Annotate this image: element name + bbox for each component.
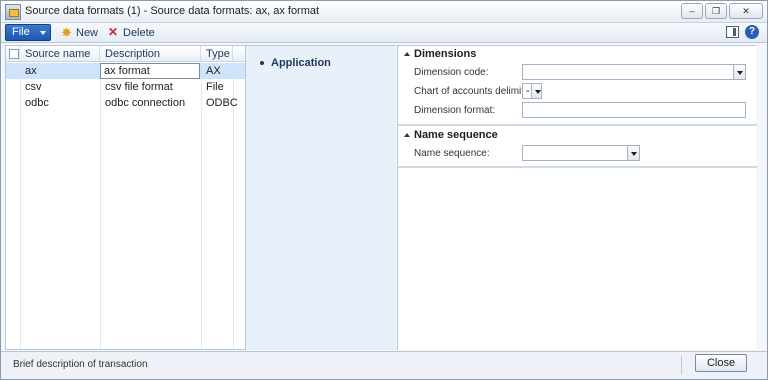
delete-icon [108,25,120,39]
chevron-down-icon[interactable] [531,84,541,98]
fasttab-separator [398,166,757,168]
cell-type[interactable]: ODBC [201,95,238,111]
select-all-header [6,46,20,62]
grid-header: Source name Description Type [6,46,245,73]
file-menu-label: File [12,26,30,38]
status-description: Brief description of transaction [13,359,148,370]
dimension-code-select[interactable] [522,64,746,80]
select-all-checkbox[interactable] [9,49,19,59]
new-icon [61,25,73,41]
cell-source-name[interactable]: csv [20,79,100,95]
nav-item-label: Application [271,57,331,69]
column-header-type[interactable]: Type [201,46,233,62]
collapse-icon [404,133,410,137]
status-bar: Brief description of transaction Close [1,351,767,379]
cell-description[interactable]: csv file format [100,79,201,95]
delimiter-select[interactable]: - [522,83,542,99]
description-edit-input[interactable]: ax format [100,63,200,79]
app-icon [5,4,21,20]
table-row[interactable]: csv csv file format File [6,79,245,95]
help-icon[interactable]: ? [745,25,759,39]
table-row[interactable]: ax ax format AX [6,63,245,79]
cell-description[interactable]: odbc connection [100,95,201,111]
new-label: New [76,27,99,39]
file-menu-button[interactable]: File [5,24,51,41]
window-controls: – ❐ ✕ [681,3,763,19]
chevron-down-icon [40,31,46,35]
delete-button[interactable]: Delete [108,25,155,41]
fasttab-navigation: Application [246,45,396,350]
window-title: Source data formats (1) - Source data fo… [25,5,320,17]
chevron-down-icon[interactable] [627,146,639,160]
collapse-icon [404,52,410,56]
column-header-description[interactable]: Description [100,46,201,62]
fasttab-name-sequence[interactable]: Name sequence [398,128,757,144]
status-divider [681,356,682,374]
delete-label: Delete [123,27,155,39]
dimension-format-label: Dimension format: [414,105,496,116]
cell-source-name[interactable]: ax [20,63,100,79]
column-header-source-name[interactable]: Source name [20,46,100,73]
dimension-format-input[interactable] [522,102,746,118]
title-bar: Source data formats (1) - Source data fo… [1,1,767,23]
fasttab-title: Dimensions [414,48,477,60]
column-header-label: Source name [25,48,91,60]
cell-source-name[interactable]: odbc [20,95,100,111]
column-header-label: Description [105,48,161,60]
new-button[interactable]: New [61,25,98,41]
details-pane: Dimensions Dimension code: Chart of acco… [397,45,757,350]
dimension-code-label: Dimension code: [414,67,489,78]
source-data-formats-window: Source data formats (1) - Source data fo… [0,0,768,380]
bullet-icon [260,61,264,66]
nav-item-application[interactable]: Application [260,57,331,69]
cell-type[interactable]: AX [201,63,233,79]
minimize-button[interactable]: – [681,3,703,19]
column-header-label: Type [206,48,230,60]
chevron-down-icon[interactable] [733,65,745,79]
source-formats-grid: Source name Description Type ax ax forma… [5,45,246,350]
restore-button[interactable]: ❐ [705,3,727,19]
table-row[interactable]: odbc odbc connection ODBC [6,95,245,111]
layout-icon[interactable] [726,26,739,38]
cell-type[interactable]: File [201,79,233,95]
fasttab-dimensions[interactable]: Dimensions [398,47,757,63]
delimiter-value: - [526,85,530,97]
action-pane: File New Delete ? [1,23,767,43]
name-sequence-select[interactable] [522,145,640,161]
delimiter-label: Chart of accounts delimiter: [414,86,536,97]
name-sequence-label: Name sequence: [414,148,490,159]
close-window-button[interactable]: ✕ [729,3,763,19]
close-button[interactable]: Close [695,354,747,372]
fasttab-separator [398,124,757,126]
fasttab-title: Name sequence [414,129,498,141]
